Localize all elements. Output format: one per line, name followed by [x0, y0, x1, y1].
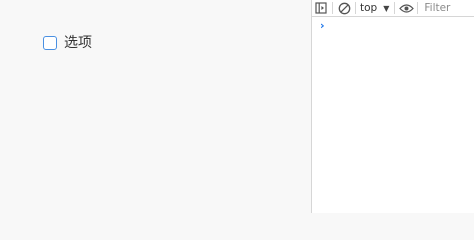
clear-console-icon[interactable] [335, 0, 353, 16]
option-checkbox-label[interactable]: 选项 [64, 34, 92, 52]
option-checkbox-row[interactable]: 选项 [43, 34, 92, 52]
console-output[interactable]: › [312, 17, 474, 213]
toolbar-divider [355, 2, 356, 14]
page: 选项 top ▼ Filter › [0, 0, 474, 213]
execution-context-select[interactable]: top ▼ [358, 0, 392, 16]
devtools-panel: top ▼ › [311, 0, 474, 213]
console-toolbar: top ▼ [312, 0, 474, 17]
execution-context-label: top [360, 2, 378, 14]
chevron-down-icon: ▼ [383, 3, 390, 13]
sidebar-toggle-icon[interactable] [312, 0, 330, 16]
eye-icon[interactable] [397, 0, 415, 16]
toolbar-divider [417, 2, 419, 14]
console-prompt[interactable]: › [320, 19, 325, 33]
toolbar-divider [394, 2, 396, 14]
prompt-chevron-icon: › [320, 19, 325, 32]
console-filter-input[interactable] [422, 1, 465, 15]
toolbar-divider [332, 2, 333, 14]
option-checkbox[interactable] [43, 36, 57, 50]
app-viewport: 选项 [0, 0, 311, 213]
